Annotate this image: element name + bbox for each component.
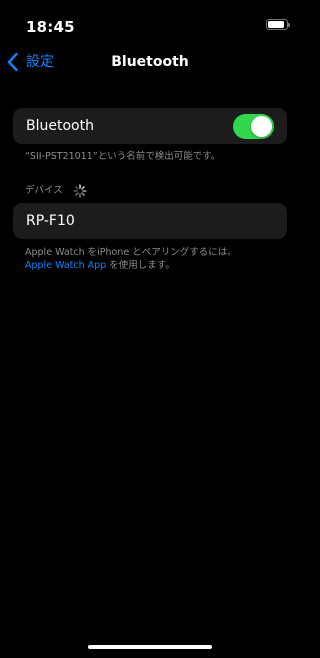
device-row[interactable]: RP-F10 [13, 203, 287, 239]
bluetooth-toggle[interactable] [233, 114, 274, 139]
device-name: RP-F10 [26, 213, 75, 229]
battery-icon [266, 19, 290, 30]
status-icons [266, 19, 290, 30]
apple-watch-note-suffix: を使用します。 [106, 260, 175, 271]
discoverable-note: “SII-PST21011”という名前で検出可能です。 [25, 151, 221, 162]
status-bar: 18:45 [0, 0, 300, 44]
navigation-bar: 設定 Bluetooth [0, 44, 300, 80]
devices-header-label: デバイス [25, 185, 63, 196]
apple-watch-note-prefix: Apple Watch をiPhone とペアリングするには、 [25, 247, 237, 258]
home-indicator[interactable] [88, 645, 212, 649]
bluetooth-cell: Bluetooth [13, 108, 287, 144]
apple-watch-app-link[interactable]: Apple Watch App [25, 260, 106, 271]
toggle-knob [251, 116, 272, 137]
apple-watch-note: Apple Watch をiPhone とペアリングするには、 Apple Wa… [25, 246, 287, 272]
bluetooth-label: Bluetooth [26, 118, 94, 134]
loading-spinner-icon [73, 184, 87, 198]
devices-section-header: デバイス [25, 184, 87, 198]
page-title: Bluetooth [111, 54, 189, 70]
status-time: 18:45 [26, 18, 75, 36]
